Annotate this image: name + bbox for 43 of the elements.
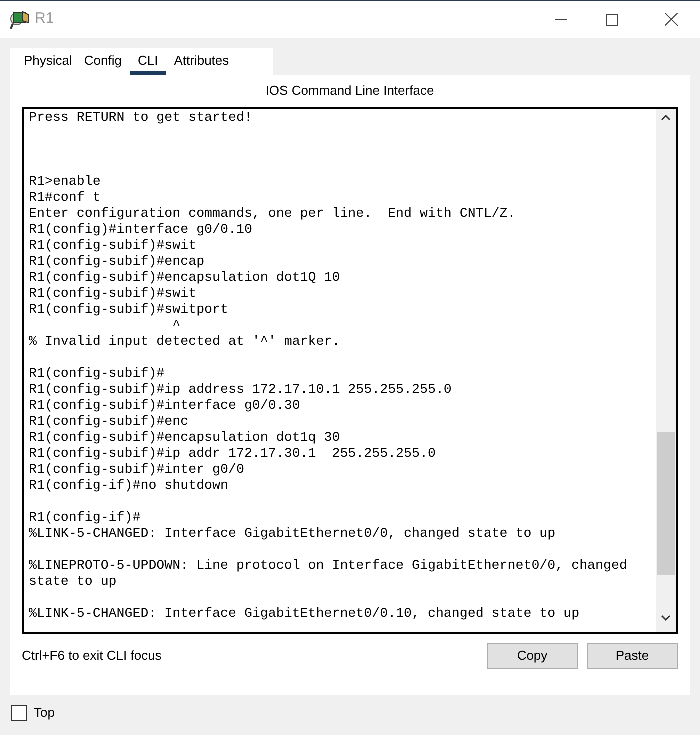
tab[interactable]: Physical: [20, 52, 76, 75]
terminal-line: R1(config-subif)#encap: [29, 254, 205, 270]
terminal-line: R1(config-subif)#swit: [29, 286, 197, 302]
panel-title: IOS Command Line Interface: [264, 83, 436, 99]
scroll-down-icon[interactable]: [661, 615, 671, 621]
window-title: R1: [35, 9, 54, 30]
terminal-line: Press RETURN to get started!: [29, 110, 252, 126]
terminal-line: %LINK-5-CHANGED: Interface GigabitEthernet0/0, changed state to up: [29, 526, 556, 542]
terminal-line: R1(config)#interface g0/0.10: [29, 222, 252, 238]
terminal-line: R1(config-subif)#: [29, 366, 165, 382]
copy-button[interactable]: Copy: [487, 643, 578, 669]
terminal-line: %LINEPROTO-5-UPDOWN: Line protocol on Interface GigabitEthernet0/0, changed: [29, 558, 628, 574]
app-icon: [9, 8, 31, 30]
terminal-line: R1(config-subif)#interface g0/0.30: [29, 398, 300, 414]
terminal-line: R1(config-subif)#ip addr 172.17.30.1 255.255.255.0: [29, 446, 436, 462]
terminal-line: R1(config-if)#no shutdown: [29, 478, 228, 494]
terminal-line: R1(config-subif)#enc: [29, 414, 189, 430]
paste-button[interactable]: Paste: [587, 643, 678, 669]
terminal-line: R1(config-subif)#inter g0/0: [29, 462, 244, 478]
terminal-line: R1(config-subif)#ip address 172.17.10.1 255.255.255.0: [29, 382, 452, 398]
terminal-line: % Invalid input detected at '^' marker.: [29, 334, 340, 350]
terminal[interactable]: [22, 107, 678, 634]
terminal-line: state to up: [29, 574, 117, 590]
terminal-line: R1(config-subif)#swit: [29, 238, 197, 254]
terminal-line: R1(config-subif)#encapsulation dot1Q 10: [29, 270, 340, 286]
hint-text: Ctrl+F6 to exit CLI focus: [22, 647, 162, 666]
terminal-line: ^: [172, 318, 181, 334]
scroll-up-icon[interactable]: [661, 115, 671, 121]
terminal-line: Enter configuration commands, one per line. End with CNTL/Z.: [29, 206, 516, 222]
terminal-line: R1#conf t: [29, 190, 101, 206]
tab[interactable]: Config: [80, 52, 126, 75]
checkbox-label: Top: [34, 704, 55, 722]
terminal-line: R1(config-if)#: [29, 510, 141, 526]
terminal-line: %LINK-5-CHANGED: Interface GigabitEthernet0/0.10, changed state to up: [29, 606, 580, 622]
tab[interactable]: Attributes: [170, 52, 234, 75]
scrollbar[interactable]: [656, 109, 676, 632]
maximize-icon[interactable]: [606, 14, 618, 26]
terminal-line: R1(config-subif)#switport: [29, 302, 228, 318]
checkbox[interactable]: [11, 704, 27, 721]
terminal-line: R1>enable: [29, 174, 101, 190]
scroll-thumb[interactable]: [657, 432, 675, 575]
close-icon[interactable]: [665, 13, 678, 26]
terminal-line: R1(config-subif)#encapsulation dot1q 30: [29, 430, 340, 446]
